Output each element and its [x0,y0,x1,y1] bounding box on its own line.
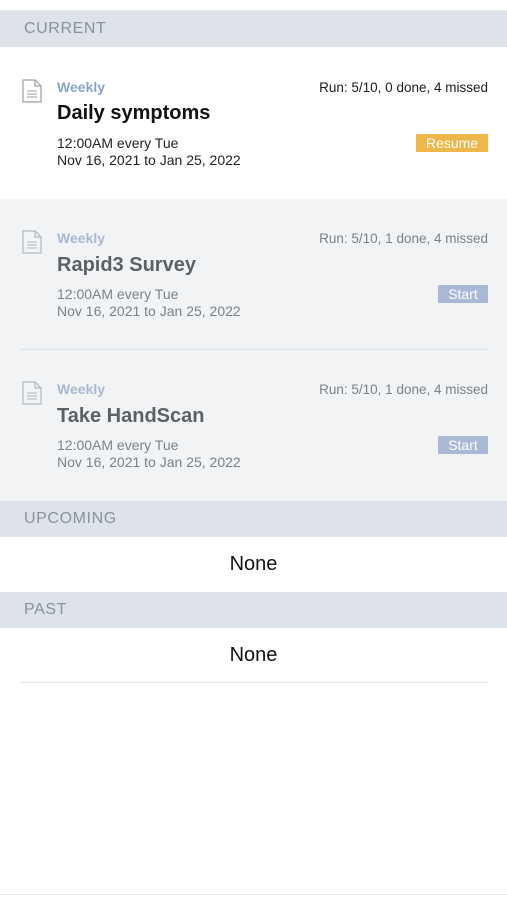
schedule-text: 12:00AM every Tue [57,437,179,453]
date-range-text: Nov 16, 2021 to Jan 25, 2022 [57,454,241,470]
run-info: Run: 5/10, 0 done, 4 missed [319,80,488,95]
activity-title: Daily symptoms [57,102,211,124]
start-button[interactable]: Start [438,285,488,303]
frequency-label: Weekly [57,230,105,246]
run-info: Run: 5/10, 1 done, 4 missed [319,382,488,397]
divider [20,682,488,683]
section-header-past: PAST [0,592,507,628]
section-header-label: PAST [24,601,68,618]
date-range-text: Nov 16, 2021 to Jan 25, 2022 [57,152,241,168]
activity-title: Rapid3 Survey [57,254,196,276]
activity-card-rapid3-survey[interactable]: Weekly Run: 5/10, 1 done, 4 missed Rapid… [0,199,507,350]
run-info: Run: 5/10, 1 done, 4 missed [319,231,488,246]
schedule-text: 12:00AM every Tue [57,135,179,151]
past-empty-text: None [229,644,278,666]
document-icon [22,230,42,254]
document-icon [22,381,42,405]
activity-card-take-handscan[interactable]: Weekly Run: 5/10, 1 done, 4 missed Take … [0,350,507,501]
section-header-current: CURRENT [0,11,507,47]
upcoming-empty-text: None [229,553,278,575]
frequency-label: Weekly [57,79,105,95]
document-icon [22,79,42,103]
schedule-text: 12:00AM every Tue [57,286,179,302]
date-range-text: Nov 16, 2021 to Jan 25, 2022 [57,303,241,319]
section-header-label: CURRENT [24,20,107,37]
bottom-bar [0,894,507,895]
activity-card-daily-symptoms[interactable]: Weekly Run: 5/10, 0 done, 4 missed Daily… [0,47,507,199]
frequency-label: Weekly [57,381,105,397]
resume-button[interactable]: Resume [416,134,488,152]
section-header-upcoming: UPCOMING [0,501,507,537]
activity-title: Take HandScan [57,405,205,427]
section-header-label: UPCOMING [24,510,117,527]
start-button[interactable]: Start [438,436,488,454]
top-bar [0,0,507,11]
